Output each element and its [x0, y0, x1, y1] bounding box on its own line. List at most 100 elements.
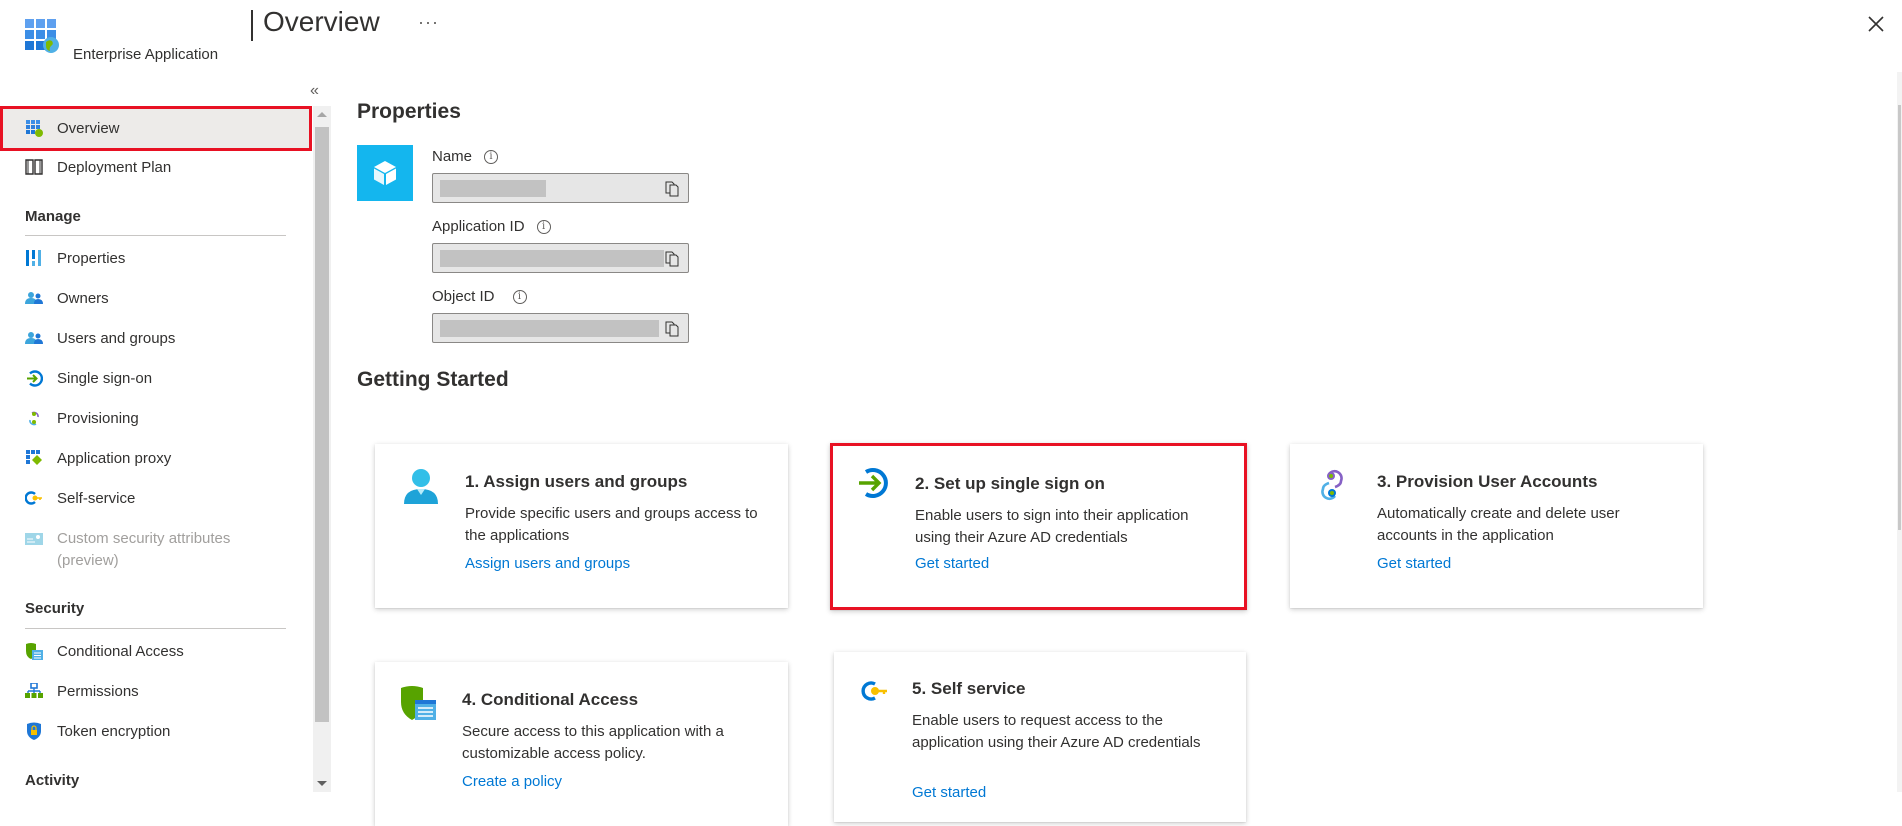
redacted-value	[440, 180, 546, 197]
info-icon[interactable]: i	[484, 149, 499, 164]
section-heading-security: Security	[25, 600, 85, 617]
owners-icon	[25, 289, 43, 307]
section-heading-manage: Manage	[25, 208, 81, 225]
card-description: Provide specific users and groups access…	[465, 505, 758, 544]
scroll-down-arrow-icon[interactable]	[317, 781, 327, 786]
name-label: Name i	[432, 148, 499, 165]
self-service-icon	[861, 681, 887, 701]
sidebar-item-owners[interactable]: Owners	[0, 278, 312, 318]
card-conditional-access: 4. Conditional Access Secure access to t…	[375, 662, 788, 826]
custom-security-attributes-icon	[25, 530, 43, 548]
redacted-value	[440, 320, 659, 337]
create-a-policy-link[interactable]: Create a policy	[462, 773, 562, 790]
sidebar-item-users-and-groups[interactable]: Users and groups	[0, 318, 312, 358]
sidebar-scrollbar[interactable]	[313, 106, 331, 792]
application-proxy-icon	[25, 449, 43, 467]
get-started-self-service-link[interactable]: Get started	[912, 784, 986, 801]
getting-started-heading: Getting Started	[357, 368, 509, 391]
main-scrollbar[interactable]	[1897, 72, 1902, 792]
sidebar-item-label: Conditional Access	[57, 642, 184, 660]
assign-users-and-groups-link[interactable]: Assign users and groups	[465, 555, 630, 572]
get-started-provisioning-link[interactable]: Get started	[1377, 555, 1451, 572]
sidebar-item-label: Application proxy	[57, 449, 172, 467]
scrollbar-thumb[interactable]	[1898, 105, 1901, 530]
cube-icon	[374, 161, 396, 185]
field-label: Object ID	[432, 288, 495, 305]
title-divider	[251, 10, 253, 41]
sidebar-item-label: Self-service	[57, 489, 136, 507]
close-icon	[1868, 16, 1884, 32]
card-description: Enable users to sign into their applicat…	[915, 507, 1189, 546]
sidebar-item-label-group: Custom security attributes (preview)	[57, 528, 230, 572]
sidebar-item-label: Owners	[57, 289, 109, 307]
sidebar-item-single-sign-on[interactable]: Single sign-on	[0, 358, 312, 398]
sidebar-item-properties[interactable]: Properties	[0, 238, 312, 278]
conditional-access-icon	[401, 686, 436, 720]
sidebar-item-label: Users and groups	[57, 329, 176, 347]
sidebar-item-overview[interactable]: Overview	[0, 106, 312, 151]
name-field[interactable]	[432, 173, 689, 203]
application-logo	[357, 145, 413, 201]
card-single-sign-on: 2. Set up single sign on Enable users to…	[830, 443, 1247, 610]
permissions-icon	[25, 682, 43, 700]
more-options-button[interactable]: ···	[418, 12, 439, 33]
sidebar-item-provisioning[interactable]: Provisioning	[0, 398, 312, 438]
card-title: 1. Assign users and groups	[465, 472, 688, 491]
page-title: Overview	[263, 6, 380, 37]
sidebar-item-label: Provisioning	[57, 409, 139, 427]
get-started-sso-link[interactable]: Get started	[915, 555, 989, 572]
sidebar-item-custom-security-attributes[interactable]: Custom security attributes (preview)	[0, 518, 312, 570]
application-id-label: Application ID i	[432, 218, 551, 235]
copy-icon[interactable]	[665, 181, 679, 197]
sidebar-item-label: Permissions	[57, 682, 139, 700]
card-title: 3. Provision User Accounts	[1377, 472, 1598, 491]
scroll-up-arrow-icon[interactable]	[317, 112, 327, 117]
sidebar-item-label: Overview	[57, 120, 120, 137]
info-icon[interactable]: i	[512, 289, 527, 304]
section-divider	[25, 235, 286, 236]
card-title: 4. Conditional Access	[462, 690, 639, 709]
close-button[interactable]	[1866, 14, 1886, 34]
sidebar-item-conditional-access[interactable]: Conditional Access	[0, 631, 312, 671]
card-title: 5. Self service	[912, 679, 1026, 698]
scrollbar-thumb[interactable]	[315, 127, 329, 722]
sidebar-item-token-encryption[interactable]: Token encryption	[0, 711, 312, 751]
sidebar-item-label: Single sign-on	[57, 369, 153, 387]
provisioning-icon	[1321, 469, 1343, 501]
sidebar-item-label: Token encryption	[57, 722, 171, 740]
field-label: Name	[432, 148, 473, 165]
single-sign-on-icon	[859, 468, 888, 498]
application-id-field[interactable]	[432, 243, 689, 273]
sidebar-item-permissions[interactable]: Permissions	[0, 671, 312, 711]
card-description: Automatically create and delete user acc…	[1377, 505, 1620, 544]
sidebar-item-application-proxy[interactable]: Application proxy	[0, 438, 312, 478]
single-sign-on-icon	[25, 369, 43, 387]
card-assign-users: 1. Assign users and groups Provide speci…	[375, 444, 788, 608]
section-divider	[25, 628, 286, 629]
sidebar-item-label: Custom security attributes	[57, 530, 231, 547]
section-heading-activity: Activity	[25, 772, 80, 789]
card-title: 2. Set up single sign on	[915, 474, 1105, 493]
card-self-service: 5. Self service Enable users to request …	[834, 652, 1246, 822]
sidebar-item-self-service[interactable]: Self-service	[0, 478, 312, 518]
copy-icon[interactable]	[665, 321, 679, 337]
object-id-label: Object ID i	[432, 288, 527, 305]
conditional-access-icon	[25, 642, 43, 660]
sidebar-item-label: Deployment Plan	[57, 158, 172, 176]
info-icon[interactable]: i	[536, 219, 551, 234]
book-icon	[25, 158, 43, 176]
sidebar-item-deployment-plan[interactable]: Deployment Plan	[0, 147, 312, 187]
field-label: Application ID	[432, 218, 525, 235]
enterprise-app-icon	[25, 19, 59, 53]
card-provision-user-accounts: 3. Provision User Accounts Automatically…	[1290, 444, 1703, 608]
collapse-sidebar-button[interactable]: «	[310, 82, 319, 100]
card-description: Enable users to request access to the ap…	[912, 712, 1201, 751]
properties-icon	[25, 249, 43, 267]
copy-icon[interactable]	[665, 251, 679, 267]
self-service-icon	[25, 489, 43, 507]
object-id-field[interactable]	[432, 313, 689, 343]
sidebar-item-label-suffix: (preview)	[57, 552, 119, 569]
provisioning-icon	[25, 409, 43, 427]
page-subtitle: Enterprise Application	[73, 46, 219, 63]
card-description: Secure access to this application with a…	[462, 723, 724, 762]
